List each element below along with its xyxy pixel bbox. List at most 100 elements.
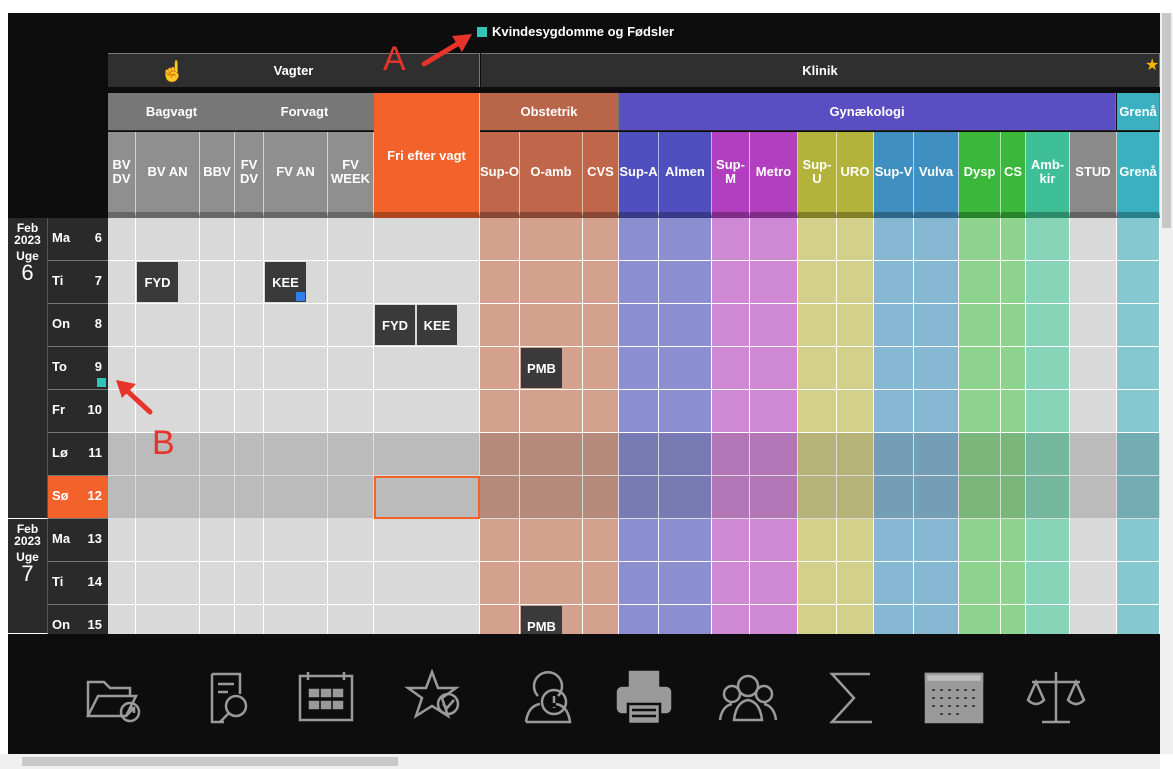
- schedule-cell[interactable]: [328, 347, 374, 390]
- schedule-cell[interactable]: [750, 605, 798, 634]
- schedule-cell[interactable]: [1001, 347, 1026, 390]
- schedule-cell[interactable]: [712, 433, 750, 476]
- schedule-cell[interactable]: [136, 476, 200, 519]
- day-label[interactable]: Ma 6: [48, 218, 108, 261]
- schedule-cell[interactable]: [1070, 261, 1117, 304]
- schedule-cell[interactable]: [480, 218, 520, 261]
- schedule-cell[interactable]: [374, 218, 480, 261]
- column-header-4[interactable]: FV DV: [235, 132, 264, 218]
- schedule-cell[interactable]: [136, 304, 200, 347]
- schedule-cell[interactable]: [1026, 218, 1070, 261]
- schedule-cell[interactable]: [659, 476, 712, 519]
- schedule-cell[interactable]: [619, 304, 659, 347]
- schedule-cell[interactable]: [374, 519, 480, 562]
- column-header-23[interactable]: Grenå: [1117, 132, 1160, 218]
- schedule-cell[interactable]: [750, 261, 798, 304]
- schedule-cell[interactable]: [914, 347, 959, 390]
- schedule-cell[interactable]: [619, 433, 659, 476]
- schedule-cell[interactable]: [328, 519, 374, 562]
- schedule-cell[interactable]: [520, 390, 583, 433]
- schedule-cell[interactable]: [480, 519, 520, 562]
- schedule-cell[interactable]: [374, 347, 480, 390]
- column-header-1[interactable]: BV DV: [108, 132, 136, 218]
- horizontal-scrollbar[interactable]: [0, 754, 1160, 769]
- column-header-13[interactable]: Sup-M: [712, 132, 750, 218]
- schedule-cell[interactable]: [520, 476, 583, 519]
- group-header-klinik[interactable]: Klinik: [481, 53, 1160, 87]
- subgroup-header-2[interactable]: Forvagt: [236, 93, 374, 131]
- column-header-16[interactable]: URO: [837, 132, 874, 218]
- column-header-6[interactable]: FV WEEK: [328, 132, 374, 218]
- schedule-cell[interactable]: [520, 562, 583, 605]
- day-label[interactable]: On 15: [48, 605, 108, 634]
- schedule-cell[interactable]: [480, 390, 520, 433]
- print-icon[interactable]: [612, 666, 676, 730]
- favorite-star-icon[interactable]: [404, 666, 468, 730]
- schedule-cell[interactable]: [108, 519, 136, 562]
- vertical-scrollbar-thumb[interactable]: [1162, 13, 1171, 228]
- schedule-cell[interactable]: [659, 519, 712, 562]
- schedule-cell[interactable]: [264, 390, 328, 433]
- schedule-cell[interactable]: [328, 562, 374, 605]
- schedule-cell[interactable]: [659, 218, 712, 261]
- schedule-cell[interactable]: [712, 519, 750, 562]
- schedule-cell[interactable]: [619, 562, 659, 605]
- schedule-cell[interactable]: [1117, 347, 1160, 390]
- schedule-cell[interactable]: [480, 304, 520, 347]
- schedule-cell[interactable]: [264, 433, 328, 476]
- schedule-cell[interactable]: [619, 218, 659, 261]
- schedule-cell[interactable]: [750, 433, 798, 476]
- schedule-cell[interactable]: [136, 519, 200, 562]
- schedule-cell[interactable]: [583, 476, 619, 519]
- schedule-cell[interactable]: [1117, 261, 1160, 304]
- schedule-cell[interactable]: [1001, 562, 1026, 605]
- column-header-12[interactable]: Almen: [659, 132, 712, 218]
- schedule-cell[interactable]: [235, 433, 264, 476]
- schedule-cell[interactable]: [264, 347, 328, 390]
- day-label[interactable]: To 9: [48, 347, 108, 390]
- column-header-22[interactable]: STUD: [1070, 132, 1117, 218]
- column-header-2[interactable]: BV AN: [136, 132, 200, 218]
- schedule-cell[interactable]: [583, 218, 619, 261]
- assignment-chip[interactable]: PMB: [521, 348, 562, 388]
- column-header-19[interactable]: Dysp: [959, 132, 1001, 218]
- schedule-cell[interactable]: [583, 433, 619, 476]
- schedule-cell[interactable]: [235, 476, 264, 519]
- schedule-cell[interactable]: [1117, 390, 1160, 433]
- column-header-10[interactable]: CVS: [583, 132, 619, 218]
- schedule-cell[interactable]: [480, 605, 520, 634]
- schedule-cell[interactable]: [520, 433, 583, 476]
- schedule-cell[interactable]: [1117, 433, 1160, 476]
- schedule-cell[interactable]: [1001, 261, 1026, 304]
- schedule-cell[interactable]: [874, 605, 914, 634]
- schedule-cell[interactable]: [750, 347, 798, 390]
- schedule-cell[interactable]: [959, 261, 1001, 304]
- schedule-cell[interactable]: [235, 347, 264, 390]
- schedule-cell[interactable]: [1001, 476, 1026, 519]
- schedule-cell[interactable]: [108, 304, 136, 347]
- schedule-cell[interactable]: [328, 433, 374, 476]
- schedule-cell[interactable]: [959, 476, 1001, 519]
- search-document-icon[interactable]: [198, 666, 262, 730]
- assignment-chip[interactable]: FYD: [137, 262, 178, 302]
- schedule-cell[interactable]: [1026, 304, 1070, 347]
- schedule-cell[interactable]: [583, 519, 619, 562]
- schedule-cell[interactable]: [264, 476, 328, 519]
- schedule-cell[interactable]: [619, 390, 659, 433]
- horizontal-scrollbar-thumb[interactable]: [22, 757, 398, 766]
- schedule-cell[interactable]: [108, 605, 136, 634]
- schedule-cell[interactable]: [712, 261, 750, 304]
- schedule-cell[interactable]: [837, 261, 874, 304]
- schedule-cell[interactable]: [200, 605, 235, 634]
- schedule-cell[interactable]: [914, 519, 959, 562]
- schedule-cell[interactable]: [480, 261, 520, 304]
- schedule-cell[interactable]: [1070, 433, 1117, 476]
- schedule-cell[interactable]: [750, 519, 798, 562]
- alert-user-icon[interactable]: [516, 666, 580, 730]
- schedule-cell[interactable]: [235, 304, 264, 347]
- schedule-cell[interactable]: [959, 218, 1001, 261]
- schedule-cell[interactable]: [798, 304, 837, 347]
- schedule-cell[interactable]: [959, 390, 1001, 433]
- schedule-cell[interactable]: [136, 605, 200, 634]
- note-marker-icon[interactable]: [97, 378, 106, 387]
